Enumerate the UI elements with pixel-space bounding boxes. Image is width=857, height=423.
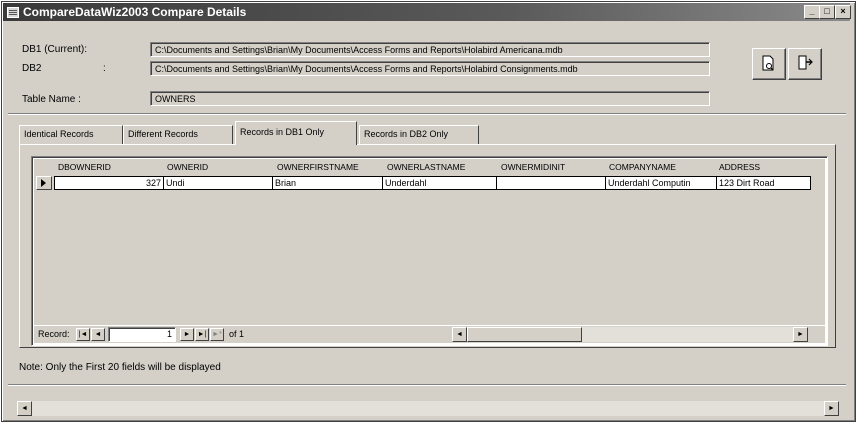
scroll-right-button[interactable]: ► <box>793 327 808 342</box>
record-navigator: Record: |◄ ◄ 1 ► ►| ►* of 1 ◄ ► <box>34 326 825 343</box>
record-label: Record: <box>38 329 70 339</box>
db2-label: DB2 <box>22 63 42 74</box>
tab-records-in-db1-only[interactable]: Records in DB1 Only <box>235 121 357 145</box>
column-header-address[interactable]: ADDRESS <box>716 159 816 175</box>
tab-records-in-db2-only[interactable]: Records in DB2 Only <box>359 125 479 144</box>
record-number-input[interactable]: 1 <box>108 327 176 342</box>
record-selector[interactable] <box>36 176 52 190</box>
title-bar[interactable]: CompareDataWiz2003 Compare Details _ □ × <box>3 3 851 21</box>
cell-companyname[interactable]: Underdahl Computin <box>605 176 717 190</box>
first-record-button[interactable]: |◄ <box>76 328 90 341</box>
cell-ownerid[interactable]: Undi <box>163 176 273 190</box>
column-header-dbownerid[interactable]: DBOWNERID <box>55 159 155 175</box>
tab-different-records[interactable]: Different Records <box>123 125 233 144</box>
column-header-ownerlastname[interactable]: OWNERLASTNAME <box>384 159 496 175</box>
header-separator <box>8 113 846 115</box>
new-record-button[interactable]: ►* <box>210 328 224 341</box>
close-button[interactable]: × <box>835 5 851 19</box>
records-datasheet[interactable]: DBOWNERID OWNERID OWNERFIRSTNAME OWNERLA… <box>31 156 828 346</box>
cell-address[interactable]: 123 Dirt Road <box>716 176 811 190</box>
fields-note: Note: Only the First 20 fields will be d… <box>19 362 221 373</box>
db2-colon: : <box>103 63 106 74</box>
footer-separator <box>8 384 846 386</box>
column-header-ownerfirstname[interactable]: OWNERFIRSTNAME <box>274 159 384 175</box>
scroll-thumb[interactable] <box>467 327 582 342</box>
next-record-button[interactable]: ► <box>180 328 194 341</box>
column-header-ownerid[interactable]: OWNERID <box>164 159 269 175</box>
cell-ownerfirstname[interactable]: Brian <box>272 176 383 190</box>
cell-ownerlastname[interactable]: Underdahl <box>382 176 497 190</box>
exit-door-icon <box>798 55 813 70</box>
last-record-button[interactable]: ►| <box>195 328 209 341</box>
db1-label: DB1 (Current): <box>22 44 88 55</box>
print-preview-button[interactable] <box>752 48 786 80</box>
exit-button[interactable] <box>788 48 822 80</box>
db2-path-field: C:\Documents and Settings\Brian\My Docum… <box>150 61 710 76</box>
cell-ownermidinit[interactable] <box>496 176 606 190</box>
window-title: CompareDataWiz2003 Compare Details <box>23 5 247 19</box>
cell-dbownerid[interactable]: 327 <box>54 176 164 190</box>
form-scroll-left-button[interactable]: ◄ <box>17 401 32 416</box>
record-count: of 1 <box>229 329 245 339</box>
form-scroll-right-button[interactable]: ► <box>824 401 839 416</box>
datasheet-body: DBOWNERID OWNERID OWNERFIRSTNAME OWNERLA… <box>34 159 825 325</box>
maximize-button[interactable]: □ <box>819 5 835 19</box>
column-header-companyname[interactable]: COMPANYNAME <box>606 159 716 175</box>
table-name-label: Table Name : <box>22 94 81 105</box>
scroll-left-button[interactable]: ◄ <box>452 327 467 342</box>
tab-identical-records[interactable]: Identical Records <box>19 125 123 144</box>
datasheet-horizontal-scrollbar[interactable]: ◄ ► <box>452 327 808 342</box>
column-header-ownermidinit[interactable]: OWNERMIDINIT <box>498 159 606 175</box>
minimize-button[interactable]: _ <box>804 5 820 19</box>
table-name-field: OWNERS <box>150 91 710 106</box>
db1-path-field: C:\Documents and Settings\Brian\My Docum… <box>150 42 710 57</box>
form-horizontal-scrollbar[interactable]: ◄ ► <box>17 401 839 416</box>
print-preview-icon <box>762 55 774 71</box>
previous-record-button[interactable]: ◄ <box>91 328 105 341</box>
form-icon <box>7 7 19 18</box>
